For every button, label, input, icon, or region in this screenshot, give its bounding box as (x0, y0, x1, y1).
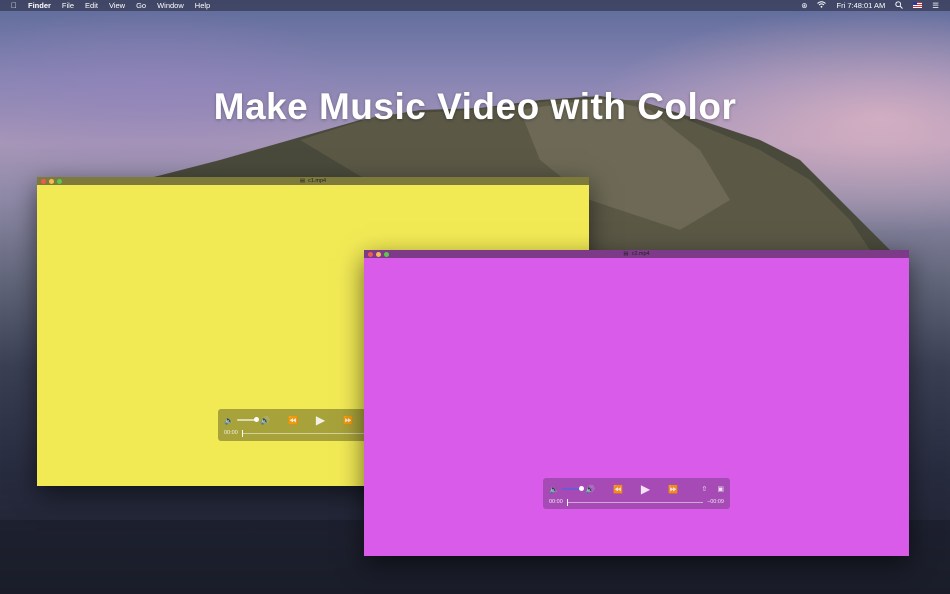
bluetooth-icon[interactable]: ⊛ (801, 1, 807, 10)
share-icon[interactable]: ⇧ (702, 485, 708, 493)
volume-high-icon[interactable]: 🔊 (260, 416, 270, 425)
menu-window[interactable]: Window (157, 1, 184, 10)
headline: Make Music Video with Color (213, 86, 737, 127)
titlebar[interactable]: ▤ c1.mp4 (37, 177, 589, 185)
close-button[interactable] (41, 178, 46, 184)
volume-slider[interactable] (236, 417, 259, 422)
list-icon[interactable]: ☰ (932, 1, 939, 10)
minimize-button[interactable] (376, 251, 381, 257)
menu-bar:  Finder File Edit View Go Window Help ⊛… (0, 0, 950, 11)
wifi-icon[interactable] (817, 1, 827, 10)
volume-low-icon[interactable]: 🔈 (224, 416, 234, 425)
close-button[interactable] (368, 251, 373, 257)
menu-view[interactable]: View (109, 1, 125, 10)
time-elapsed: 00:00 (224, 430, 238, 436)
rewind-button[interactable]: ⏪ (288, 416, 298, 425)
playback-controls[interactable]: 🔈 🔊 ⏪ ▶ ⏩ ⇧ ▣ 00:00 −00:09 (543, 478, 730, 509)
play-button[interactable]: ▶ (641, 482, 650, 496)
time-elapsed: 00:00 (549, 499, 563, 505)
menu-finder[interactable]: Finder (28, 1, 51, 10)
clock[interactable]: Fri 7:48:01 AM (836, 1, 885, 10)
volume-low-icon[interactable]: 🔈 (549, 485, 559, 494)
menu-help[interactable]: Help (195, 1, 210, 10)
zoom-button[interactable] (384, 251, 389, 257)
file-icon: ▤ (299, 178, 306, 184)
menu-edit[interactable]: Edit (85, 1, 98, 10)
file-icon: ▤ (623, 251, 629, 257)
menu-go[interactable]: Go (136, 1, 146, 10)
titlebar[interactable]: ▤ c2.mp4 (364, 250, 909, 258)
volume-slider[interactable] (561, 486, 584, 491)
play-button[interactable]: ▶ (316, 413, 325, 427)
rewind-button[interactable]: ⏪ (613, 485, 623, 494)
window-title: c1.mp4 (308, 178, 327, 184)
menu-file[interactable]: File (62, 1, 74, 10)
flag-icon[interactable] (913, 1, 923, 10)
video-window-c2[interactable]: ▤ c2.mp4 🔈 🔊 ⏪ ▶ ⏩ ⇧ ▣ 00:00 −00:09 (364, 250, 909, 556)
scrubber[interactable] (566, 498, 704, 506)
apple-menu-icon[interactable]:  (11, 1, 17, 10)
window-title: c2.mp4 (631, 251, 650, 257)
video-area[interactable] (364, 258, 909, 556)
minimize-button[interactable] (49, 178, 54, 184)
fast-forward-button[interactable]: ⏩ (668, 485, 678, 494)
picture-in-picture-icon[interactable]: ▣ (717, 485, 724, 493)
fast-forward-button[interactable]: ⏩ (343, 416, 353, 425)
search-icon[interactable] (895, 0, 904, 11)
volume-high-icon[interactable]: 🔊 (585, 485, 595, 494)
time-remaining: −00:09 (707, 499, 724, 505)
zoom-button[interactable] (57, 178, 62, 184)
